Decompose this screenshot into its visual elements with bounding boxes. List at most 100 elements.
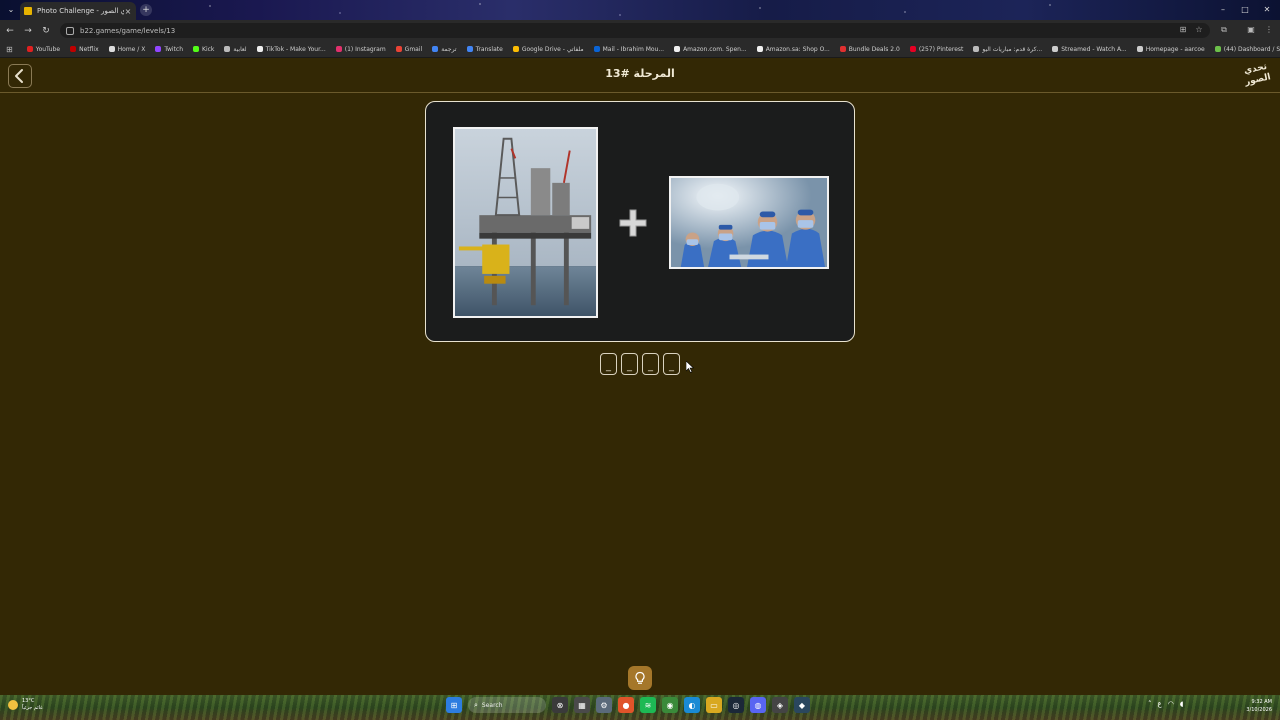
browser-tab-active[interactable]: Photo Challenge - تحدي الصور × bbox=[20, 2, 136, 20]
bookmark-favicon-icon bbox=[193, 46, 200, 52]
xbox-icon[interactable]: ⊗ bbox=[552, 697, 568, 713]
spotify-icon[interactable]: ≋ bbox=[640, 697, 656, 713]
page-header: المرحلة #13 تحدي الصور bbox=[0, 59, 1280, 93]
bookmark-item[interactable]: Translate bbox=[466, 45, 503, 53]
chrome-icon[interactable]: ◉ bbox=[662, 697, 678, 713]
bookmark-label: (44) Dashboard / Sty... bbox=[1223, 45, 1280, 53]
bookmark-item[interactable]: (1) Instagram bbox=[335, 45, 386, 53]
app-logo[interactable]: تحدي الصور bbox=[1241, 61, 1273, 90]
bookmark-label: Netflix bbox=[79, 45, 99, 53]
brave-browser-icon[interactable]: ● bbox=[618, 697, 634, 713]
profile-icon[interactable]: ▣ bbox=[1246, 25, 1256, 35]
app-icon[interactable]: ◈ bbox=[772, 697, 788, 713]
bookmark-favicon-icon bbox=[335, 46, 342, 52]
bookmark-item[interactable]: Bundle Deals 2.0 bbox=[839, 46, 900, 53]
windows-start-icon[interactable]: ⊞ bbox=[446, 697, 462, 713]
bookmark-item[interactable]: Gmail bbox=[395, 45, 423, 53]
reload-icon[interactable]: ↻ bbox=[40, 25, 52, 37]
extensions-icon[interactable]: ⧉ bbox=[1219, 25, 1229, 35]
answer-letter-slot[interactable]: _ bbox=[600, 353, 617, 375]
bookmark-label: (1) Instagram bbox=[344, 45, 386, 53]
bookmark-item[interactable]: Kick bbox=[193, 46, 214, 53]
answer-letter-slot[interactable]: _ bbox=[621, 353, 638, 375]
bookmark-item[interactable]: Amazon.sa: Shop O... bbox=[756, 46, 830, 53]
volume-icon[interactable]: ◖ bbox=[1180, 700, 1184, 708]
maximize-button[interactable]: □ bbox=[1238, 3, 1252, 17]
bookmark-label: Kick bbox=[202, 45, 215, 53]
minimize-button[interactable]: – bbox=[1216, 3, 1230, 17]
weather-sun-icon bbox=[8, 700, 18, 710]
bookmark-item[interactable]: Twitch bbox=[155, 46, 183, 53]
bookmark-label: Mail - Ibrahim Mou... bbox=[602, 45, 665, 53]
bookmark-item[interactable]: (257) Pinterest bbox=[909, 46, 963, 53]
answer-slots: _ _ _ _ bbox=[600, 353, 680, 375]
bookmark-label: TikTok - Make Your... bbox=[265, 45, 326, 53]
bookmark-label: Amazon.com. Spen... bbox=[683, 45, 747, 53]
bookmark-item[interactable]: Mail - Ibrahim Mou... bbox=[593, 45, 665, 53]
bookmark-favicon-icon bbox=[108, 46, 115, 52]
bookmark-item[interactable]: TikTok - Make Your... bbox=[256, 45, 326, 53]
bookmark-favicon-icon bbox=[674, 46, 681, 52]
puzzle-card bbox=[425, 101, 855, 342]
settings-gear-icon[interactable]: ⚙ bbox=[596, 697, 612, 713]
close-window-button[interactable]: ✕ bbox=[1260, 3, 1274, 17]
bookmark-star-icon[interactable]: ☆ bbox=[1194, 25, 1204, 35]
bookmark-item[interactable]: Google Drive - ملفاتي bbox=[512, 46, 584, 53]
tray-lang[interactable]: ع bbox=[1158, 700, 1162, 708]
bookmark-favicon-icon bbox=[26, 46, 33, 52]
steam-alt-icon[interactable]: ◆ bbox=[794, 697, 810, 713]
weather-widget[interactable]: 13°C غائم جزئياً bbox=[8, 698, 43, 712]
taskbar-clock[interactable]: 9:32 AM 3/10/2026 bbox=[1232, 698, 1272, 714]
bookmark-item[interactable]: YouTube bbox=[26, 45, 61, 53]
wallpaper-stars bbox=[0, 0, 1280, 20]
url-text: b22.games/game/levels/13 bbox=[80, 26, 176, 35]
bookmark-label: ترجمة bbox=[441, 45, 457, 53]
bookmarks-bar: ⊞ YouTube Netflix Home / X Twitch Kick لعابية… bbox=[0, 41, 1280, 58]
bookmark-favicon-icon bbox=[839, 46, 846, 52]
hint-button[interactable] bbox=[628, 666, 652, 690]
edge-icon[interactable]: ◐ bbox=[684, 697, 700, 713]
menu-dots-icon[interactable]: ⋮ bbox=[1264, 25, 1274, 35]
clock-time: 9:32 AM bbox=[1251, 699, 1272, 705]
answer-letter-slot[interactable]: _ bbox=[663, 353, 680, 375]
bookmark-label: Twitch bbox=[164, 45, 184, 53]
back-button[interactable] bbox=[8, 64, 32, 88]
chevron-left-icon bbox=[15, 69, 23, 83]
tab-favicon-icon bbox=[24, 7, 32, 15]
taskbar-search[interactable]: ⌕ Search bbox=[468, 697, 546, 713]
bookmark-item[interactable]: ترجمة bbox=[432, 45, 457, 53]
bookmark-favicon-icon bbox=[973, 46, 980, 52]
bookmark-item[interactable]: Netflix bbox=[70, 46, 99, 53]
site-info-icon[interactable] bbox=[66, 26, 74, 35]
wifi-icon[interactable]: ◠ bbox=[1168, 700, 1174, 708]
discord-icon[interactable]: ◍ bbox=[750, 697, 766, 713]
steam-icon[interactable]: ◎ bbox=[728, 697, 744, 713]
bookmark-label: YouTube bbox=[35, 45, 61, 53]
bookmark-item[interactable]: Home / X bbox=[108, 46, 145, 53]
bookmark-label: Translate bbox=[475, 45, 503, 53]
apps-grid-icon[interactable]: ⊞ bbox=[6, 45, 13, 54]
new-tab-button[interactable]: + bbox=[140, 4, 152, 16]
bookmark-item[interactable]: كرة قدم: مباريات اليو... bbox=[973, 46, 1042, 53]
calendar-icon[interactable]: ▦ bbox=[574, 697, 590, 713]
bookmark-item[interactable]: لعابية bbox=[224, 46, 247, 53]
tray-chevron-icon[interactable]: ˄ bbox=[1148, 700, 1152, 708]
photo-surgeons bbox=[669, 176, 829, 269]
bookmark-item[interactable]: (44) Dashboard / Sty... bbox=[1214, 45, 1280, 53]
bookmark-label: Homepage - aarcoe bbox=[1145, 45, 1205, 53]
translate-icon[interactable]: ⊞ bbox=[1178, 25, 1188, 35]
answer-letter-slot[interactable]: _ bbox=[642, 353, 659, 375]
back-arrow-icon[interactable]: ← bbox=[4, 25, 16, 37]
tab-search-icon[interactable]: ⌄ bbox=[6, 4, 16, 16]
bookmark-item[interactable]: Amazon.com. Spen... bbox=[674, 46, 747, 53]
bookmark-favicon-icon bbox=[432, 46, 439, 52]
file-explorer-icon[interactable]: ▭ bbox=[706, 697, 722, 713]
bookmark-label: Gmail bbox=[404, 45, 423, 53]
bookmark-item[interactable]: Homepage - aarcoe bbox=[1136, 45, 1205, 53]
bookmark-favicon-icon bbox=[756, 46, 763, 52]
forward-arrow-icon[interactable]: → bbox=[22, 25, 34, 37]
bookmark-favicon-icon bbox=[1052, 46, 1059, 52]
tab-close-icon[interactable]: × bbox=[124, 7, 132, 16]
address-bar[interactable]: b22.games/game/levels/13 bbox=[60, 23, 1210, 38]
bookmark-item[interactable]: Streamed - Watch A... bbox=[1052, 46, 1127, 53]
